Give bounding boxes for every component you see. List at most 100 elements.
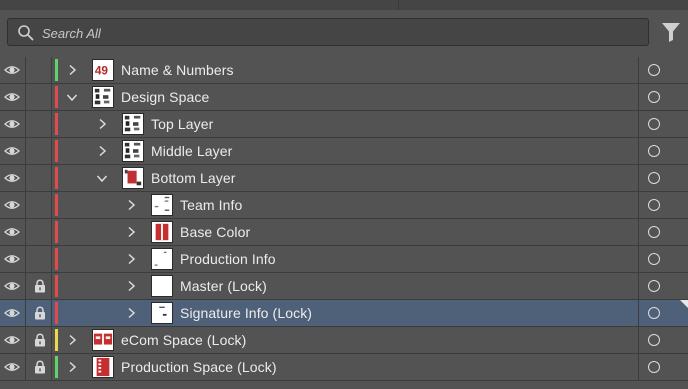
lock-icon[interactable]: [34, 306, 46, 320]
target-cell[interactable]: [638, 219, 688, 245]
layer-row[interactable]: Production Info: [0, 246, 688, 273]
visibility-cell[interactable]: [0, 354, 25, 380]
target-cell[interactable]: [638, 354, 688, 380]
layer-name[interactable]: Master (Lock): [180, 278, 267, 294]
layer-name[interactable]: Production Info: [180, 251, 276, 267]
layer-row[interactable]: Team Info: [0, 192, 688, 219]
target-cell[interactable]: [638, 273, 688, 299]
layer-name[interactable]: eCom Space (Lock): [121, 332, 246, 348]
layer-row[interactable]: Signature Info (Lock): [0, 300, 688, 327]
eye-icon[interactable]: [4, 198, 20, 212]
lock-cell[interactable]: [25, 111, 52, 137]
target-cell[interactable]: [638, 57, 688, 83]
lock-cell[interactable]: [25, 300, 52, 326]
target-circle-icon[interactable]: [648, 64, 660, 76]
visibility-cell[interactable]: [0, 246, 25, 272]
layer-row[interactable]: Base Color: [0, 219, 688, 246]
layer-name[interactable]: Middle Layer: [151, 143, 232, 159]
layer-row[interactable]: Design Space: [0, 84, 688, 111]
chevron-right-icon[interactable]: [125, 280, 137, 292]
visibility-cell[interactable]: [0, 300, 25, 326]
eye-icon[interactable]: [4, 333, 20, 347]
lock-cell[interactable]: [25, 327, 52, 353]
visibility-cell[interactable]: [0, 192, 25, 218]
layer-row[interactable]: Top Layer: [0, 111, 688, 138]
layer-name[interactable]: Top Layer: [151, 116, 213, 132]
lock-cell[interactable]: [25, 57, 52, 83]
target-cell[interactable]: [638, 327, 688, 353]
layer-name[interactable]: Team Info: [180, 197, 242, 213]
lock-cell[interactable]: [25, 219, 52, 245]
target-circle-icon[interactable]: [648, 253, 660, 265]
target-cell[interactable]: [638, 111, 688, 137]
lock-icon[interactable]: [34, 333, 46, 347]
eye-icon[interactable]: [4, 360, 20, 374]
visibility-cell[interactable]: [0, 138, 25, 164]
eye-icon[interactable]: [4, 252, 20, 266]
layer-name[interactable]: Design Space: [121, 89, 209, 105]
eye-icon[interactable]: [4, 117, 20, 131]
eye-icon[interactable]: [4, 144, 20, 158]
chevron-right-icon[interactable]: [125, 307, 137, 319]
chevron-right-icon[interactable]: [125, 199, 137, 211]
target-cell[interactable]: [638, 165, 688, 191]
layer-row[interactable]: Middle Layer: [0, 138, 688, 165]
layer-row[interactable]: 49 Name & Numbers: [0, 57, 688, 84]
target-cell[interactable]: [638, 84, 688, 110]
target-circle-icon[interactable]: [648, 91, 660, 103]
lock-icon[interactable]: [34, 279, 46, 293]
chevron-right-icon[interactable]: [125, 226, 137, 238]
target-circle-icon[interactable]: [648, 118, 660, 130]
eye-icon[interactable]: [4, 306, 20, 320]
visibility-cell[interactable]: [0, 84, 25, 110]
eye-icon[interactable]: [4, 90, 20, 104]
visibility-cell[interactable]: [0, 111, 25, 137]
layer-row[interactable]: Bottom Layer: [0, 165, 688, 192]
target-cell[interactable]: [638, 246, 688, 272]
eye-icon[interactable]: [4, 225, 20, 239]
visibility-cell[interactable]: [0, 273, 25, 299]
lock-cell[interactable]: [25, 354, 52, 380]
chevron-down-icon[interactable]: [66, 91, 78, 103]
chevron-right-icon[interactable]: [96, 145, 108, 157]
visibility-cell[interactable]: [0, 165, 25, 191]
layer-name[interactable]: Bottom Layer: [151, 170, 235, 186]
search-bar[interactable]: [7, 18, 649, 46]
lock-cell[interactable]: [25, 84, 52, 110]
eye-icon[interactable]: [4, 63, 20, 77]
target-circle-icon[interactable]: [648, 361, 660, 373]
target-circle-icon[interactable]: [648, 145, 660, 157]
layer-name[interactable]: Name & Numbers: [121, 62, 234, 78]
eye-icon[interactable]: [4, 171, 20, 185]
visibility-cell[interactable]: [0, 57, 25, 83]
target-circle-icon[interactable]: [648, 199, 660, 211]
target-circle-icon[interactable]: [648, 280, 660, 292]
lock-cell[interactable]: [25, 165, 52, 191]
target-cell[interactable]: [638, 192, 688, 218]
lock-cell[interactable]: [25, 192, 52, 218]
filter-icon[interactable]: [661, 21, 681, 43]
search-input[interactable]: [42, 23, 632, 43]
visibility-cell[interactable]: [0, 219, 25, 245]
chevron-down-icon[interactable]: [96, 172, 108, 184]
target-circle-icon[interactable]: [648, 307, 660, 319]
lock-cell[interactable]: [25, 138, 52, 164]
lock-cell[interactable]: [25, 273, 52, 299]
target-cell[interactable]: [638, 138, 688, 164]
visibility-cell[interactable]: [0, 327, 25, 353]
layer-name[interactable]: Production Space (Lock): [121, 359, 277, 375]
chevron-right-icon[interactable]: [125, 253, 137, 265]
eye-icon[interactable]: [4, 279, 20, 293]
layer-row[interactable]: eCom Space (Lock): [0, 327, 688, 354]
chevron-right-icon[interactable]: [66, 334, 78, 346]
lock-cell[interactable]: [25, 246, 52, 272]
target-circle-icon[interactable]: [648, 334, 660, 346]
layer-row[interactable]: Production Space (Lock): [0, 354, 688, 381]
chevron-right-icon[interactable]: [66, 64, 78, 76]
layer-row[interactable]: Master (Lock): [0, 273, 688, 300]
chevron-right-icon[interactable]: [66, 361, 78, 373]
lock-icon[interactable]: [34, 360, 46, 374]
layer-name[interactable]: Base Color: [180, 224, 250, 240]
layer-name[interactable]: Signature Info (Lock): [180, 305, 312, 321]
target-circle-icon[interactable]: [648, 172, 660, 184]
